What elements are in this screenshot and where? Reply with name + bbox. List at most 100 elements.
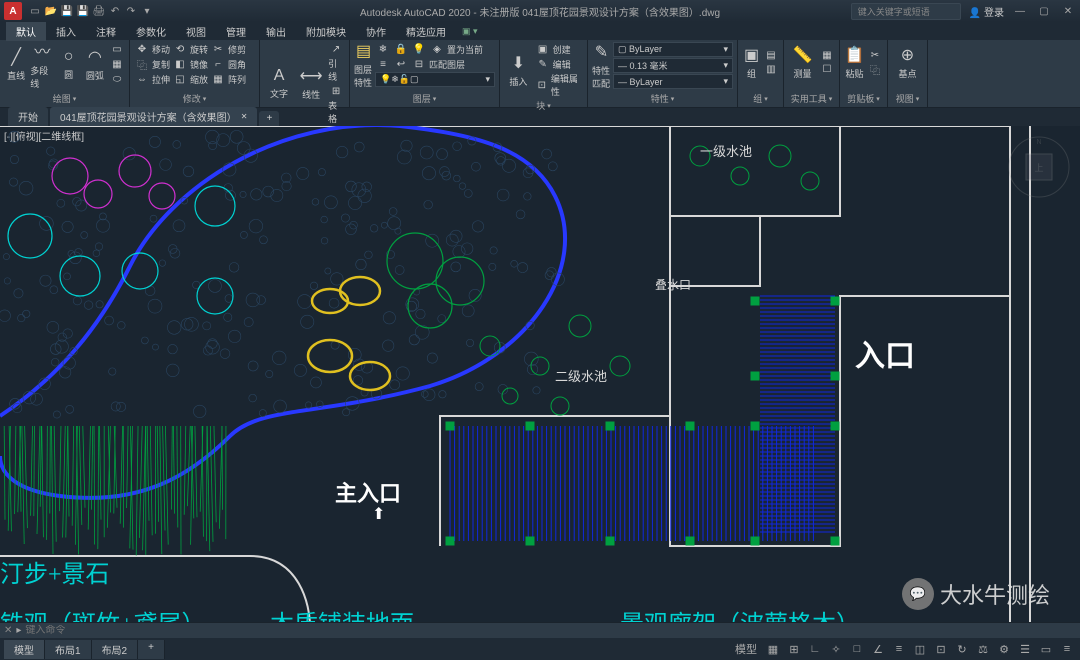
- login-button[interactable]: 👤 登录: [969, 4, 1004, 19]
- edit-attr-icon[interactable]: ⊡: [535, 78, 549, 92]
- circle-button[interactable]: ○圆: [57, 44, 81, 84]
- copy-button[interactable]: ⿻: [134, 57, 150, 71]
- status-lwt-icon[interactable]: ≡: [890, 641, 908, 657]
- cut-icon[interactable]: ✂: [867, 48, 883, 62]
- line-button[interactable]: ╱直线: [4, 44, 28, 84]
- tab-manage[interactable]: 管理: [216, 22, 256, 41]
- trim-button[interactable]: ✂: [210, 42, 226, 56]
- tab-overflow-icon[interactable]: ▣ ▾: [462, 26, 478, 37]
- tab-output[interactable]: 输出: [256, 22, 296, 41]
- file-tab-start[interactable]: 开始: [8, 107, 48, 126]
- close-tab-icon[interactable]: ✕: [241, 112, 248, 121]
- qat-plot-icon[interactable]: 🖨: [92, 4, 106, 18]
- insert-block-button[interactable]: ⬇插入: [504, 50, 533, 90]
- layer-freeze-icon[interactable]: ❄: [375, 42, 391, 56]
- layer-props-button[interactable]: ▤图层特性: [354, 45, 373, 85]
- paste-button[interactable]: 📋粘贴: [844, 42, 865, 82]
- calc-icon[interactable]: ▦: [819, 48, 835, 62]
- help-search-input[interactable]: 键入关键字或短语: [851, 3, 961, 20]
- text-button[interactable]: A文字: [264, 64, 294, 104]
- qat-redo-icon[interactable]: ↷: [124, 4, 138, 18]
- viewcube[interactable]: 上N: [1004, 132, 1074, 202]
- tab-view[interactable]: 视图: [176, 22, 216, 41]
- layer-off-icon[interactable]: 💡: [411, 42, 427, 56]
- status-cycling-icon[interactable]: ↻: [953, 641, 971, 657]
- status-otrack-icon[interactable]: ∠: [869, 641, 887, 657]
- measure-button[interactable]: 📏测量: [788, 42, 817, 82]
- leader-button[interactable]: ↗: [328, 42, 344, 56]
- cmdline-close-icon[interactable]: ✕: [4, 625, 12, 636]
- edit-block-icon[interactable]: ✎: [535, 57, 551, 71]
- tab-annotate[interactable]: 注释: [86, 22, 126, 41]
- tab-addins[interactable]: 附加模块: [296, 22, 356, 41]
- stretch-button[interactable]: ⇔: [134, 72, 150, 86]
- match-props-button[interactable]: ✎特性匹配: [592, 46, 611, 86]
- file-tab-drawing[interactable]: 041屋顶花园景观设计方案（含效果图）✕: [50, 107, 257, 126]
- status-transparency-icon[interactable]: ◫: [911, 641, 929, 657]
- command-input[interactable]: [25, 625, 1076, 636]
- mirror-button[interactable]: ◧: [172, 57, 188, 71]
- array-button[interactable]: ▦: [210, 72, 226, 86]
- polyline-button[interactable]: 〰多段线: [30, 44, 54, 84]
- status-clean-icon[interactable]: ▭: [1037, 641, 1055, 657]
- qat-new-icon[interactable]: ▭: [28, 4, 42, 18]
- status-ws-icon[interactable]: ⚙: [995, 641, 1013, 657]
- app-logo-icon[interactable]: A: [4, 2, 22, 20]
- qat-open-icon[interactable]: 📂: [44, 4, 58, 18]
- layout-tab-add[interactable]: +: [138, 640, 165, 659]
- ellipse-icon[interactable]: ⬭: [109, 72, 125, 86]
- status-ortho-icon[interactable]: ∟: [806, 641, 824, 657]
- status-osnap-icon[interactable]: □: [848, 641, 866, 657]
- layer-state-icon[interactable]: ⊟: [411, 57, 427, 71]
- minimize-icon[interactable]: —: [1012, 5, 1028, 17]
- new-tab-button[interactable]: +: [259, 111, 279, 126]
- maximize-icon[interactable]: ▢: [1036, 5, 1052, 17]
- status-grid-icon[interactable]: ▦: [764, 641, 782, 657]
- status-snap-icon[interactable]: ⊞: [785, 641, 803, 657]
- select-icon[interactable]: ☐: [819, 62, 835, 76]
- layer-iso-icon[interactable]: ◈: [429, 42, 445, 56]
- color-dropdown[interactable]: ▢ ByLayer▾: [613, 42, 733, 57]
- layer-lock-icon[interactable]: 🔒: [393, 42, 409, 56]
- status-model[interactable]: 模型: [731, 641, 761, 657]
- layer-dropdown[interactable]: 💡❄🔓▢▾: [375, 72, 495, 87]
- close-icon[interactable]: ✕: [1060, 5, 1076, 17]
- qat-undo-icon[interactable]: ↶: [108, 4, 122, 18]
- tab-featured[interactable]: 精选应用: [396, 22, 456, 41]
- hatch-icon[interactable]: ▦: [109, 57, 125, 71]
- scale-button[interactable]: ◱: [172, 72, 188, 86]
- command-line[interactable]: ✕ ▸: [0, 622, 1080, 638]
- linetype-dropdown[interactable]: — ByLayer▾: [613, 74, 733, 89]
- group-button[interactable]: ▣组: [742, 42, 761, 82]
- layout-tab-2[interactable]: 布局2: [92, 640, 139, 659]
- tab-parametric[interactable]: 参数化: [126, 22, 176, 41]
- group-edit-icon[interactable]: ▥: [763, 62, 779, 76]
- status-monitor-icon[interactable]: ☰: [1016, 641, 1034, 657]
- fillet-button[interactable]: ⌐: [210, 57, 226, 71]
- qat-save-icon[interactable]: 💾: [60, 4, 74, 18]
- lineweight-dropdown[interactable]: — 0.13 毫米▾: [613, 58, 733, 73]
- rotate-button[interactable]: ⟲: [172, 42, 188, 56]
- table-button[interactable]: ⊞: [328, 84, 344, 98]
- rect-icon[interactable]: ▭: [109, 42, 125, 56]
- layer-prev-icon[interactable]: ↩: [393, 57, 409, 71]
- status-anno-icon[interactable]: ⚖: [974, 641, 992, 657]
- status-polar-icon[interactable]: ✧: [827, 641, 845, 657]
- tab-collab[interactable]: 协作: [356, 22, 396, 41]
- dimension-button[interactable]: ⟷线性: [296, 64, 326, 104]
- status-qp-icon[interactable]: ⊡: [932, 641, 950, 657]
- copy-clip-icon[interactable]: ⿻: [867, 62, 883, 76]
- qat-saveas-icon[interactable]: 💾: [76, 4, 90, 18]
- layout-tab-1[interactable]: 布局1: [45, 640, 92, 659]
- move-button[interactable]: ✥: [134, 42, 150, 56]
- qat-dropdown-icon[interactable]: ▾: [140, 4, 154, 18]
- create-block-icon[interactable]: ▣: [535, 42, 551, 56]
- tab-insert[interactable]: 插入: [46, 22, 86, 41]
- arc-button[interactable]: ◠圆弧: [83, 44, 107, 84]
- ungroup-icon[interactable]: ▤: [763, 48, 779, 62]
- drawing-canvas[interactable]: [-][俯视][二维线框]: [0, 126, 1080, 622]
- status-customize-icon[interactable]: ≡: [1058, 641, 1076, 657]
- layout-tab-model[interactable]: 模型: [4, 640, 45, 659]
- basepoint-button[interactable]: ⊕基点: [892, 42, 923, 82]
- layer-match-icon[interactable]: ≡: [375, 57, 391, 71]
